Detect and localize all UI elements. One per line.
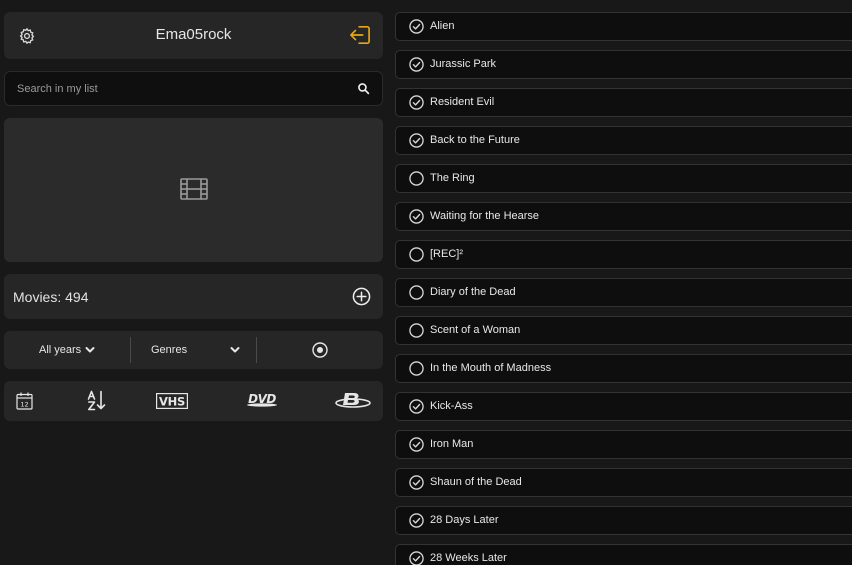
movie-title: Shaun of the Dead bbox=[430, 476, 522, 488]
movie-title: The Ring bbox=[430, 172, 475, 184]
movie-row[interactable]: 28 Weeks Later bbox=[395, 544, 852, 565]
movie-row[interactable]: Diary of the Dead bbox=[395, 278, 852, 307]
filter-divider bbox=[256, 337, 257, 363]
checked-circle-icon[interactable] bbox=[409, 437, 424, 452]
search-input[interactable] bbox=[17, 80, 337, 98]
movie-row[interactable]: Shaun of the Dead bbox=[395, 468, 852, 497]
movie-row[interactable]: Scent of a Woman bbox=[395, 316, 852, 345]
movie-title: Jurassic Park bbox=[430, 58, 497, 70]
movie-title: Scent of a Woman bbox=[430, 324, 521, 336]
checked-circle-icon[interactable] bbox=[409, 513, 424, 528]
filter-divider bbox=[130, 337, 131, 363]
search-bar bbox=[4, 71, 383, 106]
movie-count: Movies: 494 bbox=[13, 289, 88, 305]
movie-title: Back to the Future bbox=[430, 134, 520, 146]
movie-row[interactable]: 28 Days Later bbox=[395, 506, 852, 535]
genre-filter-label: Genres bbox=[151, 344, 188, 356]
bluray-logo[interactable] bbox=[334, 391, 372, 411]
checked-circle-icon[interactable] bbox=[409, 399, 424, 414]
search-icon[interactable] bbox=[357, 82, 370, 95]
movie-title: Kick-Ass bbox=[430, 400, 473, 412]
movie-title: Alien bbox=[430, 20, 455, 32]
movie-count-value: 494 bbox=[65, 289, 89, 305]
movie-row[interactable]: Back to the Future bbox=[395, 126, 852, 155]
year-filter-label: All years bbox=[39, 344, 82, 356]
unchecked-circle-icon[interactable] bbox=[409, 247, 424, 262]
movie-count-label: Movies: bbox=[13, 289, 62, 305]
checked-circle-icon[interactable] bbox=[409, 133, 424, 148]
filter-bar: All years Genres bbox=[4, 331, 383, 369]
year-filter-dropdown[interactable]: All years bbox=[39, 331, 95, 369]
unchecked-circle-icon[interactable] bbox=[409, 171, 424, 186]
format-bar: 12 VHS DVD bbox=[4, 381, 383, 421]
movie-title: Resident Evil bbox=[430, 96, 495, 108]
svg-text:VHS: VHS bbox=[159, 395, 185, 409]
movie-row[interactable]: In the Mouth of Madness bbox=[395, 354, 852, 383]
movie-row[interactable]: [REC]² bbox=[395, 240, 852, 269]
movie-title: Diary of the Dead bbox=[430, 286, 516, 298]
username: Ema05rock bbox=[155, 26, 232, 43]
checked-circle-icon[interactable] bbox=[409, 475, 424, 490]
target-icon[interactable] bbox=[312, 342, 328, 358]
movie-row[interactable]: Jurassic Park bbox=[395, 50, 852, 79]
add-movie-icon[interactable] bbox=[352, 287, 371, 306]
movie-title: Waiting for the Hearse bbox=[430, 210, 540, 222]
movie-row[interactable]: The Ring bbox=[395, 164, 852, 193]
film-icon bbox=[180, 178, 208, 200]
checked-circle-icon[interactable] bbox=[409, 209, 424, 224]
genre-filter-dropdown[interactable]: Genres bbox=[151, 331, 240, 369]
movie-title: In the Mouth of Madness bbox=[430, 362, 552, 374]
user-header: Ema05rock bbox=[4, 12, 383, 59]
svg-text:12: 12 bbox=[20, 401, 28, 409]
movie-title: Iron Man bbox=[430, 438, 474, 450]
sort-az-icon[interactable] bbox=[87, 390, 107, 411]
movie-title: [REC]² bbox=[430, 248, 463, 260]
chevron-down-icon bbox=[230, 347, 240, 353]
movie-title: 28 Days Later bbox=[430, 514, 499, 526]
checked-circle-icon[interactable] bbox=[409, 95, 424, 110]
movie-count-bar: Movies: 494 bbox=[4, 274, 383, 319]
movie-title: 28 Weeks Later bbox=[430, 552, 507, 564]
movie-row[interactable]: Alien bbox=[395, 12, 852, 41]
chevron-down-icon bbox=[85, 347, 95, 353]
dvd-logo[interactable]: DVD bbox=[240, 393, 284, 407]
checked-circle-icon[interactable] bbox=[409, 551, 424, 565]
vhs-logo[interactable]: VHS bbox=[156, 393, 188, 409]
movie-row[interactable]: Resident Evil bbox=[395, 88, 852, 117]
checked-circle-icon[interactable] bbox=[409, 19, 424, 34]
movie-row[interactable]: Kick-Ass bbox=[395, 392, 852, 421]
unchecked-circle-icon[interactable] bbox=[409, 361, 424, 376]
movie-row[interactable]: Waiting for the Hearse bbox=[395, 202, 852, 231]
logout-icon[interactable] bbox=[349, 25, 371, 45]
calendar-icon[interactable]: 12 bbox=[16, 392, 33, 410]
movie-row[interactable]: Iron Man bbox=[395, 430, 852, 459]
checked-circle-icon[interactable] bbox=[409, 57, 424, 72]
poster-placeholder bbox=[4, 118, 383, 262]
unchecked-circle-icon[interactable] bbox=[409, 323, 424, 338]
unchecked-circle-icon[interactable] bbox=[409, 285, 424, 300]
